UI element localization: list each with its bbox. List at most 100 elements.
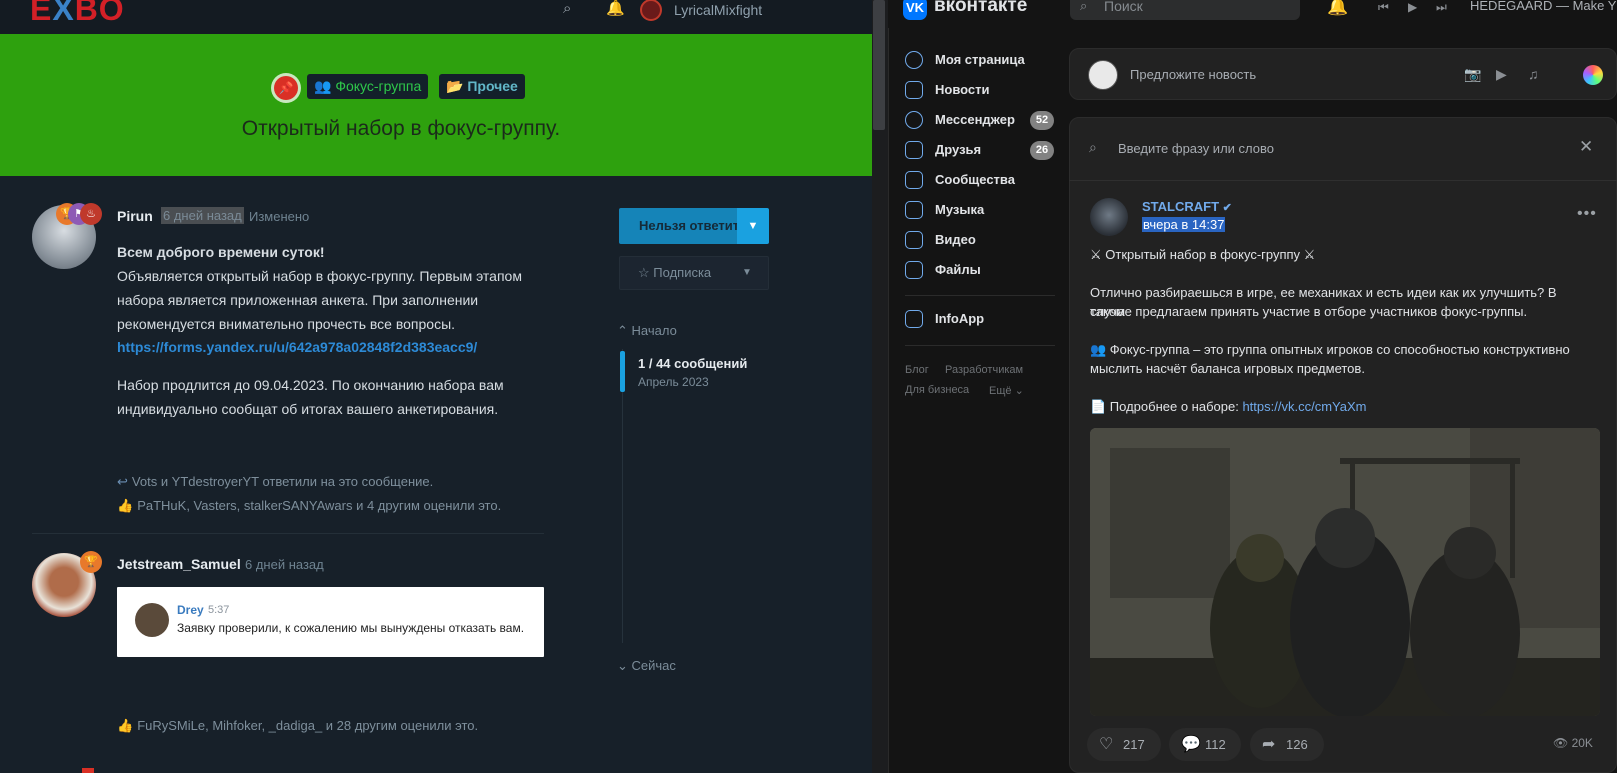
divider bbox=[1069, 180, 1617, 181]
bell-icon[interactable]: 🔔 bbox=[1327, 0, 1348, 17]
chevron-down-icon: ▼ bbox=[742, 267, 752, 278]
community-avatar[interactable] bbox=[1090, 198, 1128, 236]
compose-avatar bbox=[1088, 60, 1118, 90]
likes-summary[interactable]: 👍 PaTHuK, Vasters, stalkerSANYAwars и 4 д… bbox=[117, 498, 501, 514]
prev-track-icon[interactable]: ⏮ bbox=[1378, 0, 1389, 15]
nav-video[interactable]: Видео bbox=[905, 228, 976, 252]
timeline-handle[interactable] bbox=[620, 351, 625, 392]
like-button[interactable]: ♡ 217 bbox=[1087, 728, 1161, 761]
now-playing-track[interactable]: HEDEGAARD — Make Y bbox=[1470, 0, 1616, 13]
heart-icon: ♡ bbox=[1099, 736, 1114, 753]
post-text-line: 📄 Подробнее о наборе: https://vk.cc/cmYa… bbox=[1090, 399, 1367, 414]
more-icon[interactable]: ••• bbox=[1577, 205, 1597, 223]
apps-icon bbox=[905, 310, 923, 328]
quote-author: Drey bbox=[177, 603, 204, 617]
search-icon: ⌕ bbox=[1089, 139, 1097, 155]
friends-icon bbox=[905, 141, 923, 159]
play-icon[interactable]: ▶ bbox=[1408, 0, 1417, 14]
music-icon[interactable]: ♫ bbox=[1528, 66, 1539, 82]
photo-icon[interactable]: 📷 bbox=[1464, 66, 1481, 83]
bell-icon[interactable]: 🔔 bbox=[606, 0, 625, 17]
post-time[interactable]: 6 дней назад bbox=[161, 207, 244, 224]
nav-music[interactable]: Музыка bbox=[905, 198, 984, 222]
post-link[interactable]: https://vk.cc/cmYaXm bbox=[1242, 399, 1366, 414]
close-icon[interactable]: ✕ bbox=[1579, 137, 1593, 157]
post-time[interactable]: вчера в 14:37 bbox=[1142, 217, 1226, 232]
trophy-badge-icon: 🏆 bbox=[80, 551, 102, 573]
nav-news[interactable]: Новости bbox=[905, 78, 990, 102]
reply-button[interactable]: Нельзя ответить bbox=[619, 208, 737, 244]
video-icon[interactable]: ▶ bbox=[1496, 66, 1507, 83]
friends-count-badge: 26 bbox=[1030, 141, 1054, 160]
ai-icon[interactable] bbox=[1583, 65, 1603, 85]
vk-search-input[interactable]: Поиск bbox=[1070, 0, 1300, 20]
forum-scrollbar[interactable] bbox=[872, 0, 888, 773]
subscribe-button[interactable]: ☆ Подписка ▼ bbox=[619, 256, 769, 290]
footer-developers-link[interactable]: Разработчикам bbox=[945, 364, 1023, 376]
next-track-icon[interactable]: ⏭ bbox=[1436, 0, 1447, 15]
quote-avatar bbox=[135, 603, 169, 637]
share-icon: ➦ bbox=[1262, 736, 1276, 753]
video-icon bbox=[905, 231, 923, 249]
reply-dropdown-button[interactable]: ▼ bbox=[737, 208, 769, 244]
post-divider bbox=[32, 533, 544, 534]
footer-blog-link[interactable]: Блог bbox=[905, 364, 929, 376]
post-author[interactable]: Jetstream_Samuel bbox=[117, 556, 241, 572]
footer-business-link[interactable]: Для бизнеса bbox=[905, 384, 969, 396]
nav-communities[interactable]: Сообщества bbox=[905, 168, 1015, 192]
nav-messenger[interactable]: Мессенджер bbox=[905, 108, 1015, 132]
nav-friends[interactable]: Друзья bbox=[905, 138, 981, 162]
thumbs-up-icon: 👍 bbox=[117, 718, 134, 733]
compose-input[interactable]: Предложите новость bbox=[1130, 67, 1256, 82]
search-icon: ⌕ bbox=[1080, 0, 1088, 13]
share-button[interactable]: ➦ 126 bbox=[1250, 728, 1324, 761]
comment-icon: 💬 bbox=[1181, 736, 1201, 753]
thread-title: Открытый набор в фокус-группу. bbox=[241, 117, 561, 140]
form-link[interactable]: https://forms.yandex.ru/u/642a978a02848f… bbox=[117, 339, 477, 355]
exbo-logo[interactable]: EXBO bbox=[30, 0, 125, 28]
timeline-start-link[interactable]: ⌃ Начало bbox=[617, 323, 677, 339]
timeline-now-link[interactable]: ⌄ Сейчас bbox=[617, 658, 676, 674]
timeline-count: 1 / 44 сообщений bbox=[638, 356, 748, 371]
comment-button[interactable]: 💬 112 bbox=[1169, 728, 1241, 761]
reply-icon: ↩ bbox=[117, 474, 128, 489]
search-icon[interactable]: ⌕ bbox=[563, 0, 571, 17]
feed-search-input[interactable]: Введите фразу или слово bbox=[1118, 141, 1274, 156]
thumbs-up-icon: 👍 bbox=[117, 498, 134, 513]
fire-badge-icon: ♨ bbox=[80, 203, 102, 225]
post-greeting: Всем доброго времени суток! bbox=[117, 244, 325, 260]
edited-label[interactable]: Изменено bbox=[249, 209, 309, 224]
nav-files[interactable]: Файлы bbox=[905, 258, 981, 282]
post-author[interactable]: STALCRAFT ✔ bbox=[1142, 199, 1232, 214]
post-text-line: случае предлагаем принять участие в отбо… bbox=[1090, 304, 1528, 319]
user-name[interactable]: LyricalMixfight bbox=[674, 2, 762, 18]
pin-icon: 📌 bbox=[274, 76, 298, 100]
post-text-line: рекомендуется внимательно прочесть все в… bbox=[117, 316, 456, 332]
scrollbar-thumb[interactable] bbox=[873, 0, 885, 130]
likes-summary[interactable]: 👍 FuRySMiLe, Mihfoker, _dadiga_ и 28 друг… bbox=[117, 718, 478, 734]
post-image[interactable] bbox=[1090, 428, 1600, 716]
views-count: 👁 20K bbox=[1553, 736, 1593, 750]
thread-header-banner bbox=[0, 34, 872, 176]
post-author[interactable]: Pirun bbox=[117, 208, 153, 224]
user-avatar[interactable] bbox=[640, 0, 662, 21]
footer-more-link[interactable]: Ещё ⌄ bbox=[989, 384, 1024, 397]
tag-other[interactable]: 📂 Прочее bbox=[439, 74, 525, 99]
replies-summary[interactable]: ↩ Vots и YTdestroyerYT ответили на это со… bbox=[117, 474, 433, 490]
post-text-line: 👥 Фокус-группа – это группа опытных игро… bbox=[1090, 342, 1570, 357]
vk-brand[interactable]: вконтакте bbox=[934, 0, 1027, 17]
vk-logo-icon[interactable]: VK bbox=[903, 0, 927, 20]
post-headline: ⚔ Открытый набор в фокус-группу ⚔ bbox=[1090, 247, 1316, 262]
message-icon bbox=[905, 111, 923, 129]
nav-infoapp[interactable]: InfoApp bbox=[905, 307, 984, 331]
post-time[interactable]: 6 дней назад bbox=[245, 557, 324, 572]
timeline-date: Апрель 2023 bbox=[638, 375, 709, 389]
tag-focus-group[interactable]: 👥 Фокус-группа bbox=[307, 74, 429, 99]
nav-my-page[interactable]: Моя страница bbox=[905, 48, 1025, 72]
verified-icon: ✔ bbox=[1222, 202, 1232, 214]
messenger-count-badge: 52 bbox=[1030, 111, 1054, 130]
post-text-line: индивидуально сообщат об итогах вашего а… bbox=[117, 401, 499, 417]
quote-time: 5:37 bbox=[208, 604, 230, 616]
next-post-badge bbox=[82, 768, 94, 773]
timeline-track[interactable] bbox=[622, 349, 623, 643]
